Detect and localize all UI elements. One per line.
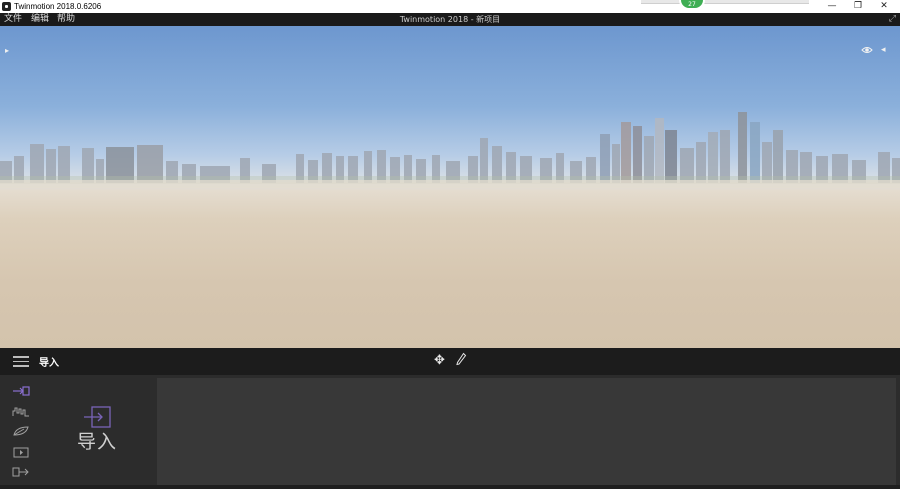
- minimize-button[interactable]: —: [818, 0, 846, 13]
- move-tool-icon[interactable]: ✥: [434, 353, 445, 368]
- section-title: 导入: [39, 358, 59, 369]
- maximize-button[interactable]: ❐: [844, 0, 872, 13]
- notification-bar: [641, 0, 809, 4]
- city-skyline: [0, 112, 900, 188]
- bottom-strip: [0, 485, 900, 489]
- fullscreen-icon[interactable]: ⤢: [889, 13, 896, 26]
- import-card-label: 导入: [76, 431, 117, 453]
- window-titlebar: Twinmotion 2018.0.6206 27 — ❐ ✕: [0, 0, 900, 13]
- nav-terrain-icon[interactable]: [12, 405, 30, 417]
- expand-left-arrow-icon[interactable]: ▸: [5, 46, 9, 55]
- eye-icon[interactable]: [861, 44, 873, 56]
- 3d-viewport[interactable]: ▸ ◂: [0, 26, 900, 348]
- import-card[interactable]: 导入: [38, 375, 156, 489]
- window-title: Twinmotion 2018.0.6206: [14, 2, 102, 11]
- nav-vegetation-icon[interactable]: [12, 425, 30, 437]
- main-toolbar: 导入 ✥: [0, 348, 900, 375]
- side-nav: [0, 375, 38, 489]
- nav-import-icon[interactable]: [12, 385, 30, 397]
- nav-media-icon[interactable]: [12, 446, 30, 458]
- menu-icon[interactable]: [13, 356, 29, 367]
- notification-badge[interactable]: 27: [679, 0, 705, 10]
- nav-export-icon[interactable]: [12, 466, 30, 478]
- document-title: Twinmotion 2018 - 新项目: [399, 15, 501, 24]
- pen-tool-icon[interactable]: [455, 352, 467, 368]
- bottom-panel: 导入: [0, 375, 900, 489]
- library-content-area[interactable]: [157, 378, 896, 485]
- expand-right-arrow-icon[interactable]: ◂: [881, 45, 886, 55]
- close-button[interactable]: ✕: [870, 0, 898, 13]
- menubar: 文件 编辑 帮助 Twinmotion 2018 - 新项目 ⤢: [0, 13, 900, 26]
- app-icon: [2, 2, 11, 11]
